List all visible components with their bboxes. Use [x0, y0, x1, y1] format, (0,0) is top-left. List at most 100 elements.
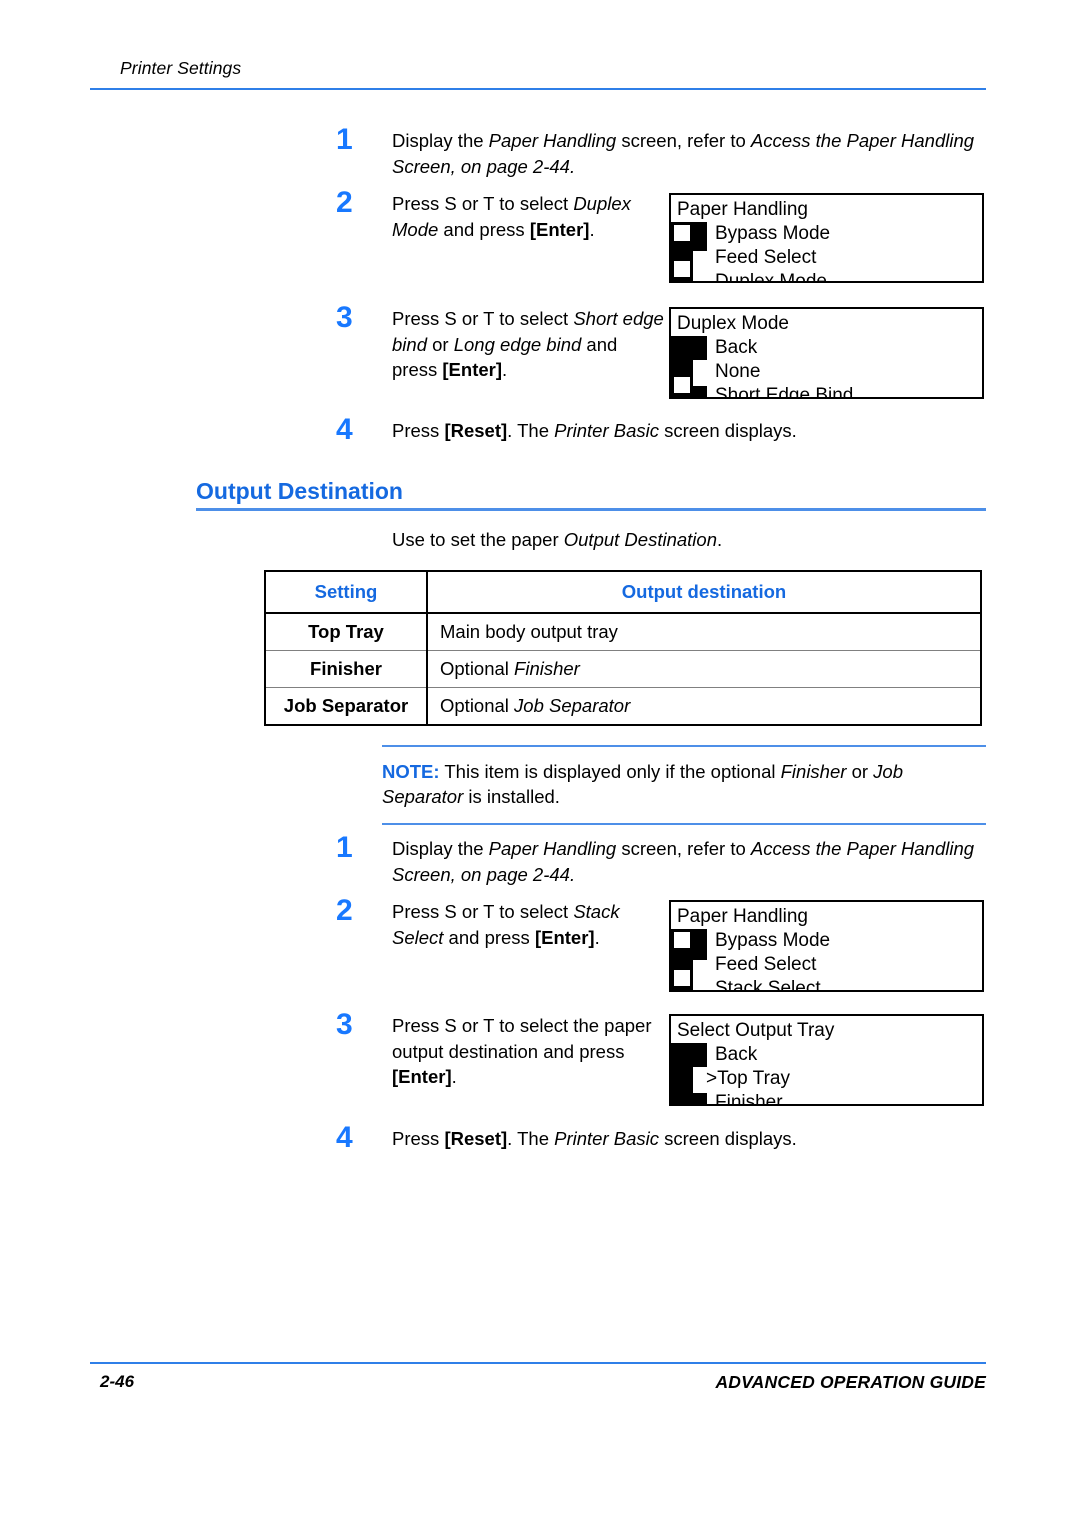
lcd-menu-item[interactable]: Feed Select	[715, 953, 830, 977]
footer-rule	[90, 1362, 986, 1364]
section-heading-output-destination: Output Destination	[196, 478, 403, 504]
lcd-menu-item[interactable]: Short Edge Bind	[715, 384, 853, 397]
step-text: Display the Paper Handling screen, refer…	[392, 128, 982, 179]
cell-text-italic: Finisher	[514, 658, 580, 679]
key-label: [Enter]	[529, 218, 590, 240]
lcd-menu-items: Back None Short Edge Bind	[715, 336, 853, 397]
lcd-menu-items: Bypass Mode Feed Select Stack Select	[715, 929, 830, 990]
lcd-menu-item[interactable]: Bypass Mode	[715, 929, 830, 953]
step-text-part: Press S or T to select	[392, 193, 574, 214]
lcd-menu-item[interactable]: Back	[715, 336, 853, 360]
step-text: Press S or T to select Duplex Mode and p…	[392, 191, 664, 242]
step-text-italic: Paper Handling	[488, 838, 617, 859]
step-text-part: . The	[507, 420, 555, 441]
scroll-up-arrow-icon[interactable]	[674, 225, 690, 241]
step-text-part: and press	[438, 218, 530, 240]
lcd-menu-item[interactable]: Finisher	[715, 1091, 799, 1104]
lcd-title: Paper Handling	[677, 199, 808, 220]
key-label: [Reset]	[444, 420, 508, 441]
footer-guide-title: ADVANCED OPERATION GUIDE	[715, 1372, 986, 1392]
cell-text-part: Optional	[440, 695, 515, 716]
scroll-up-arrow-icon[interactable]	[674, 932, 690, 948]
lead-text-italic: Output Destination	[563, 529, 717, 550]
table-row: Finisher Optional Finisher	[265, 650, 981, 688]
lcd-menu-item[interactable]: None	[715, 360, 853, 384]
key-label: [Enter]	[534, 926, 595, 948]
note-text-part: or	[846, 761, 874, 782]
step-text-part: Press S or T to select	[392, 901, 574, 922]
lcd-title: Paper Handling	[677, 906, 808, 927]
scroll-down-arrow-icon[interactable]	[674, 377, 690, 393]
scroll-down-arrow-icon[interactable]	[674, 970, 690, 986]
column-header-setting: Setting	[265, 571, 427, 614]
document-page: Printer Settings 1 Display the Paper Han…	[0, 0, 1080, 1528]
cell-text-part: Main body output tray	[440, 621, 618, 642]
lcd-menu-item-selected[interactable]: >Top Tray	[706, 1067, 790, 1091]
step-text-part: .	[502, 359, 508, 380]
step-number: 3	[336, 1008, 353, 1041]
table-body: Top Tray Main body output tray Finisher …	[265, 613, 981, 725]
lcd-panel-paper-handling-stack: Paper Handling Bypass Mode Feed Select S…	[669, 900, 984, 992]
section-heading-rule	[196, 508, 986, 511]
step-text: Press S or T to select Stack Select and …	[392, 899, 664, 950]
key-label: [Reset]	[444, 1128, 508, 1149]
lcd-menu-item[interactable]: Stack Select	[715, 977, 830, 990]
step-text-part: Press S or T to select the paper output …	[392, 1015, 652, 1062]
lcd-menu-item[interactable]: Back	[715, 1043, 799, 1067]
cell-destination: Optional Job Separator	[426, 687, 981, 725]
lcd-menu-item[interactable]: Bypass Mode	[715, 222, 830, 246]
key-label: [Enter]	[442, 359, 503, 380]
table-header-row: Setting Output destination	[265, 571, 981, 614]
note-text-part: is installed.	[463, 786, 560, 807]
step-number: 4	[336, 1121, 353, 1154]
step-text-italic: Screen, on page 2-44	[392, 863, 570, 885]
step-4-duplex: 4 Press [Reset]. The Printer Basic scree…	[0, 415, 1080, 455]
note-text-part: This item is displayed only if the optio…	[439, 761, 781, 782]
step-text: Press S or T to select Short edge bind o…	[392, 306, 664, 383]
lcd-menu-item[interactable]: Feed Select	[715, 246, 830, 270]
step-text-part: . The	[507, 1128, 555, 1149]
step-number: 1	[336, 123, 353, 156]
lcd-title: Select Output Tray	[677, 1020, 835, 1041]
step-text-italic: Access the Paper Handling	[750, 838, 975, 859]
step-number: 4	[336, 413, 353, 446]
lead-text-part: Use to set the paper	[392, 529, 564, 550]
step-text-part: and press	[443, 926, 535, 948]
cell-setting: Finisher	[265, 650, 427, 688]
section-lead-text: Use to set the paper Output Destination.	[392, 527, 722, 552]
step-text-part: Display the	[392, 130, 489, 151]
lcd-panel-duplex-mode: Duplex Mode Back None Short Edge Bind	[669, 307, 984, 399]
step-text-part: Display the	[392, 838, 489, 859]
step-text-part: screen, refer to	[616, 838, 751, 859]
cell-destination: Main body output tray	[426, 613, 981, 651]
step-4-stack: 4 Press [Reset]. The Printer Basic scree…	[0, 1123, 1080, 1163]
column-header-output-destination: Output destination	[426, 571, 981, 614]
cell-destination: Optional Finisher	[426, 650, 981, 688]
step-text-part: screen, refer to	[616, 130, 751, 151]
note-box: NOTE: This item is displayed only if the…	[382, 745, 986, 825]
cell-text-italic: Job Separator	[514, 695, 631, 716]
step-text-italic: Printer Basic	[554, 1128, 659, 1149]
note-text-italic: Finisher	[780, 761, 847, 782]
step-text-italic: Long edge bind	[453, 333, 582, 355]
table-header: Setting Output destination	[265, 571, 981, 614]
step-text-italic: Paper Handling	[488, 130, 617, 151]
lcd-menu-items: Bypass Mode Feed Select Duplex Mode	[715, 222, 830, 281]
step-text: Press S or T to select the paper output …	[392, 1013, 664, 1090]
output-destination-table: Setting Output destination Top Tray Main…	[264, 570, 982, 726]
cell-setting: Top Tray	[308, 621, 384, 642]
scroll-down-arrow-icon[interactable]	[674, 261, 690, 277]
step-text-part: Press	[392, 420, 445, 441]
step-text-part: .	[569, 863, 576, 885]
lcd-title: Duplex Mode	[677, 313, 789, 334]
step-text-part: .	[594, 926, 600, 948]
step-text-part: Press S or T to select	[392, 308, 574, 329]
step-text-part: screen displays.	[659, 420, 797, 441]
lcd-menu-item[interactable]: Duplex Mode	[715, 270, 830, 281]
table-row: Top Tray Main body output tray	[265, 613, 981, 651]
header-rule	[90, 88, 986, 90]
lead-text-part: .	[716, 529, 723, 550]
step-number: 3	[336, 301, 353, 334]
lcd-panel-paper-handling-duplex: Paper Handling Bypass Mode Feed Select D…	[669, 193, 984, 283]
cell-setting: Job Separator	[265, 687, 427, 725]
